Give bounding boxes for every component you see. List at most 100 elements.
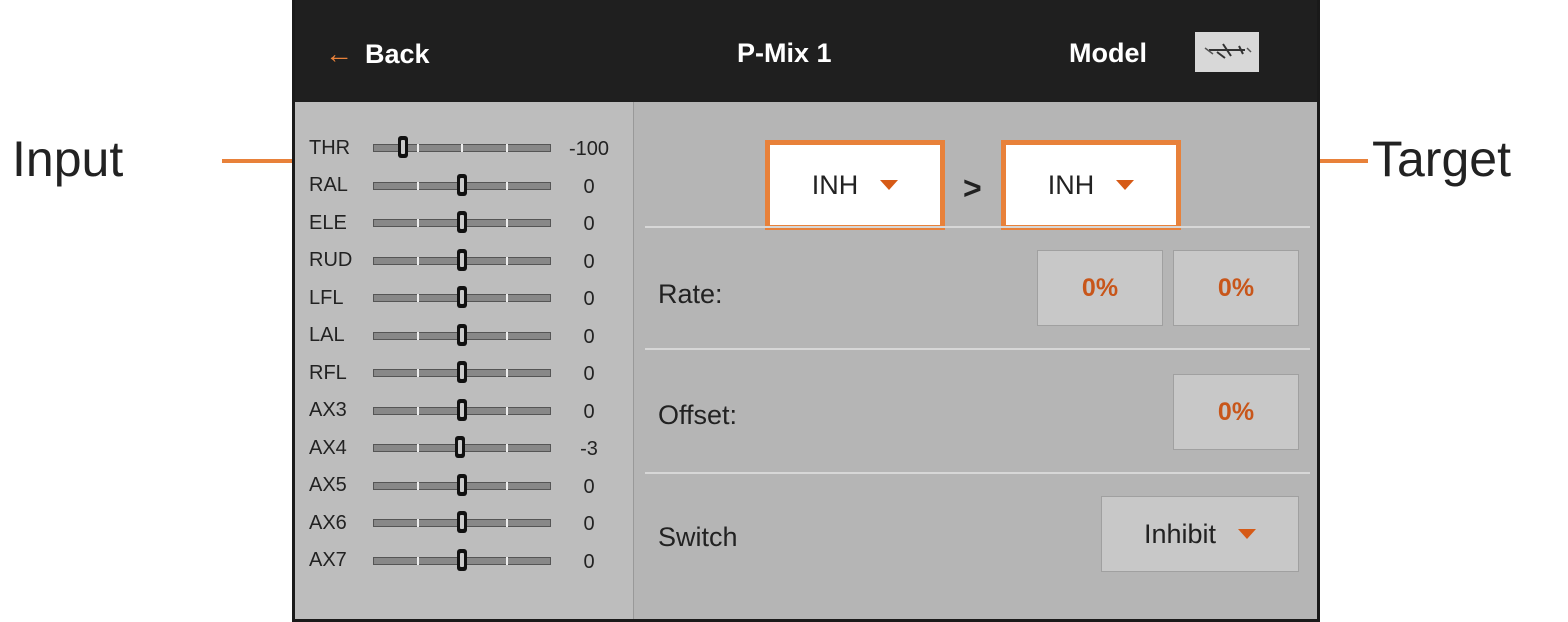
input-channel-value: INH bbox=[811, 169, 859, 200]
channel-value: 0 bbox=[583, 475, 595, 498]
channel-bar bbox=[373, 283, 551, 313]
dropdown-arrow-icon bbox=[1238, 529, 1257, 539]
switch-value: Inhibit bbox=[1143, 518, 1217, 549]
channel-tick bbox=[505, 181, 508, 190]
offset-box[interactable]: 0% bbox=[1173, 374, 1299, 450]
channel-tick bbox=[505, 219, 508, 227]
channel-row-ral: RAL bbox=[309, 170, 551, 202]
channel-name: AX7 bbox=[309, 549, 347, 571]
channel-name: RUD bbox=[309, 249, 353, 271]
channel-position-marker bbox=[457, 398, 467, 421]
divider bbox=[645, 226, 1310, 228]
input-channel-select[interactable]: INH bbox=[765, 140, 945, 230]
channel-position-marker bbox=[457, 548, 467, 571]
back-button[interactable]: ← Back bbox=[325, 38, 430, 70]
mix-settings-pane: INH > INH Rate: 0% 0% Offset: 0% Switch … bbox=[635, 102, 1317, 619]
rate-high-value: 0% bbox=[1217, 273, 1255, 302]
channel-row-ax3: AX3 bbox=[309, 395, 551, 427]
offset-value: 0% bbox=[1217, 397, 1255, 426]
channel-name: AX5 bbox=[309, 474, 347, 496]
channel-position-marker bbox=[457, 248, 467, 271]
page-title: P-Mix 1 bbox=[737, 38, 832, 68]
channel-row-thr: THR bbox=[309, 132, 551, 164]
channel-value: -100 bbox=[568, 138, 610, 160]
transmitter-screen: ← Back P-Mix 1 Model THR -100 RAL 0 ELE 0 RUD 0… bbox=[292, 0, 1320, 622]
channel-name: AX4 bbox=[309, 436, 347, 459]
channel-tick bbox=[505, 256, 508, 265]
channel-name: LFL bbox=[309, 286, 344, 309]
channel-row-lal: LAL bbox=[309, 320, 551, 352]
channel-tick bbox=[505, 294, 508, 302]
channel-bar bbox=[373, 171, 551, 201]
channel-bar bbox=[373, 246, 551, 276]
channel-row-rud: RUD bbox=[309, 245, 551, 277]
channel-tick bbox=[416, 144, 419, 152]
channel-bar bbox=[373, 471, 551, 501]
channel-value: -3 bbox=[580, 438, 598, 460]
channel-name: RAL bbox=[309, 174, 348, 196]
channel-value: 0 bbox=[583, 550, 595, 573]
channel-name: AX3 bbox=[309, 399, 347, 421]
channel-tick bbox=[416, 406, 419, 415]
back-arrow-icon: ← bbox=[325, 38, 353, 69]
mix-direction-symbol: > bbox=[963, 170, 982, 206]
rate-low-box[interactable]: 0% bbox=[1037, 250, 1163, 326]
channel-position-marker bbox=[457, 361, 467, 383]
channel-position-marker bbox=[457, 173, 467, 196]
channel-name: RFL bbox=[309, 361, 347, 384]
channel-value: 0 bbox=[583, 175, 595, 198]
channel-tick bbox=[505, 406, 508, 415]
channel-name: LAL bbox=[309, 324, 345, 346]
channel-tick bbox=[461, 144, 463, 152]
channel-tick bbox=[416, 181, 419, 190]
channel-position-marker bbox=[457, 211, 467, 233]
channel-bar bbox=[373, 358, 551, 388]
offset-label: Offset: bbox=[658, 400, 738, 430]
channel-tick bbox=[416, 294, 419, 302]
channel-tick bbox=[416, 219, 419, 227]
channel-bar bbox=[373, 321, 551, 351]
channel-bar bbox=[373, 396, 551, 426]
divider bbox=[645, 348, 1310, 350]
channel-bar bbox=[373, 546, 551, 576]
channel-bar bbox=[373, 433, 551, 463]
channel-value: 0 bbox=[583, 288, 595, 310]
channel-name: ELE bbox=[309, 211, 347, 234]
channel-tick bbox=[505, 519, 508, 527]
target-channel-value: INH bbox=[1047, 169, 1095, 200]
channel-position-marker bbox=[457, 286, 467, 308]
channel-position-marker bbox=[455, 436, 466, 458]
channel-tick bbox=[505, 481, 508, 490]
channel-row-ax6: AX6 bbox=[309, 507, 551, 539]
model-thumbnail-icon[interactable] bbox=[1195, 32, 1259, 72]
target-channel-select[interactable]: INH bbox=[1001, 140, 1181, 230]
dropdown-arrow-icon bbox=[1116, 180, 1135, 190]
dropdown-arrow-icon bbox=[880, 180, 899, 190]
channel-position-marker bbox=[457, 473, 467, 496]
channel-tick bbox=[505, 556, 508, 565]
channel-tick bbox=[416, 556, 419, 565]
channel-bar bbox=[373, 508, 551, 538]
channel-value: 0 bbox=[583, 400, 595, 423]
channel-value: 0 bbox=[583, 250, 595, 273]
channel-position-marker bbox=[457, 511, 467, 533]
channel-value: 0 bbox=[583, 513, 595, 535]
channel-tick bbox=[505, 369, 508, 377]
channel-row-ax4: AX4 bbox=[309, 432, 551, 464]
switch-select[interactable]: Inhibit bbox=[1101, 496, 1299, 572]
channel-bar bbox=[373, 208, 551, 238]
channel-tick bbox=[416, 519, 419, 527]
channel-value: 0 bbox=[583, 213, 595, 235]
rate-high-box[interactable]: 0% bbox=[1173, 250, 1299, 326]
channel-monitor: THR -100 RAL 0 ELE 0 RUD 0 LFL 0 LAL 0 RFL 0 AX3 0 AX4 -3… bbox=[295, 102, 634, 619]
channel-position-marker bbox=[457, 323, 467, 346]
channel-tick bbox=[416, 331, 419, 340]
channel-row-ele: ELE bbox=[309, 207, 551, 239]
channel-row-rfl: RFL bbox=[309, 357, 551, 389]
channel-tick bbox=[505, 144, 508, 152]
channel-tick bbox=[505, 444, 508, 452]
rate-low-value: 0% bbox=[1081, 273, 1119, 302]
channel-tick bbox=[416, 481, 419, 490]
rate-label: Rate: bbox=[658, 279, 723, 309]
channel-value: 0 bbox=[583, 325, 595, 348]
